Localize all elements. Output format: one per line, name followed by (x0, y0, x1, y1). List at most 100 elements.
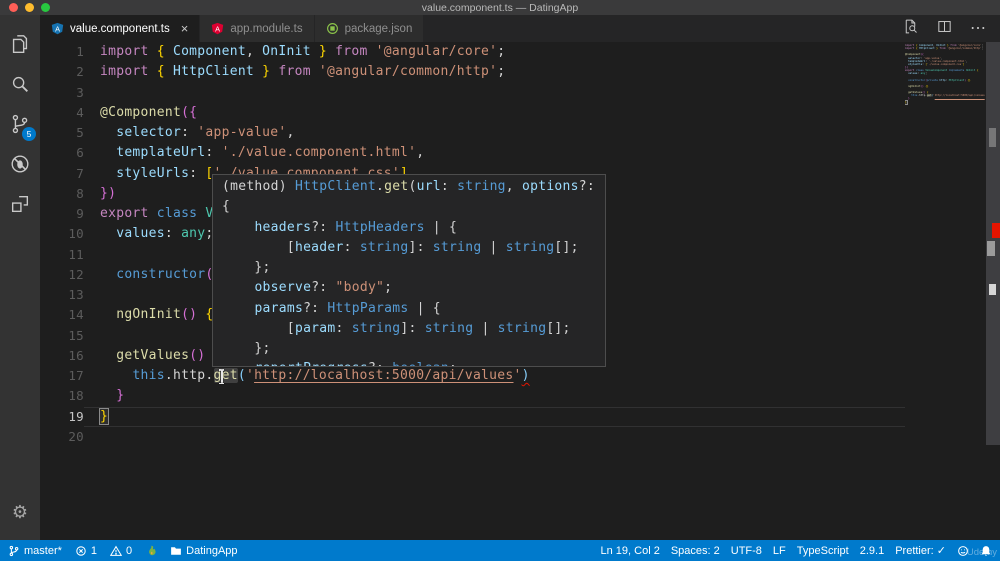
npm-icon (326, 22, 339, 35)
activity-item-debug[interactable] (0, 144, 40, 184)
code-line[interactable]: 5 selector: 'app-value', (40, 123, 905, 143)
code-token: : (335, 320, 352, 336)
code-token: } (254, 64, 271, 80)
code-token: ({ (181, 104, 198, 120)
overview-modified-marker (987, 241, 995, 256)
minimize-window-button[interactable] (25, 3, 34, 12)
code-token: []; (546, 320, 571, 336)
code-token: reportProgress (254, 361, 368, 366)
status-ln-19-col-2[interactable]: Ln 19, Col 2 (601, 545, 660, 557)
line-number: 10 (68, 226, 84, 242)
code-token: .http. (164, 368, 214, 383)
tab-app.module.ts[interactable]: Aapp.module.ts (200, 15, 315, 42)
activity-item-gear[interactable]: ⚙ (0, 492, 40, 532)
status-label: master* (24, 544, 62, 557)
code-token: Component (172, 44, 246, 59)
status-folder[interactable]: DatingApp (170, 545, 238, 557)
code-line[interactable]: 1 import { Component, OnInit } from '@ang… (40, 42, 905, 62)
code-token: import (100, 44, 157, 59)
overview-ruler[interactable] (986, 42, 1000, 445)
status-error-circle[interactable]: 1 (75, 545, 97, 557)
tab-bar: Avalue.component.ts × Aapp.module.ts packag… (40, 15, 1000, 42)
code-token: ; (925, 72, 927, 76)
open-preview-button[interactable] (902, 18, 919, 40)
minimap[interactable]: import { Component, OnInit } from '@angu… (905, 44, 985, 107)
status-label: UTF-8 (730, 544, 762, 557)
close-tab-icon[interactable]: × (181, 22, 189, 35)
code-token: ?: (303, 300, 328, 316)
tab-package.json[interactable]: package.json (314, 15, 425, 42)
code-token: []; (554, 239, 579, 255)
code-token: ( (408, 179, 417, 194)
angular-blue-icon: A (51, 22, 64, 35)
code-token: './value.component.html' (221, 145, 417, 161)
line-number: 5 (76, 125, 84, 140)
code-line[interactable]: 17 this.http.get('http://localhost:5000/… (40, 366, 905, 386)
code-line[interactable]: 18 } (40, 386, 905, 406)
status-git-branch[interactable]: master* (8, 545, 62, 557)
gear-icon: ⚙ (11, 502, 29, 522)
code-token: : (164, 226, 182, 242)
code-line[interactable]: 6 templateUrl: './value.component.html', (40, 143, 905, 163)
split-editor-button[interactable] (936, 18, 953, 40)
code-token: selector (116, 125, 182, 140)
tooltip-line: (method) HttpClient.get(url: string, opt… (222, 177, 605, 197)
close-window-button[interactable] (9, 3, 18, 12)
activity-item-files[interactable] (0, 24, 40, 64)
code-line[interactable]: 19} (40, 407, 905, 427)
code-line[interactable]: 4 @Component({ (40, 103, 905, 123)
code-token: HttpClient (172, 64, 255, 80)
editor[interactable]: 1 import { Component, OnInit } from '@ang… (40, 42, 1000, 540)
extensions-icon (9, 193, 31, 215)
code-line[interactable]: 3 (40, 83, 905, 103)
code-token: ngOnInit (908, 84, 921, 88)
code-token: () (189, 347, 206, 363)
line-number: 20 (68, 428, 84, 444)
code-token: , (965, 59, 968, 63)
tooltip-line: params?: HttpParams | { (222, 299, 605, 319)
status-typescript[interactable]: TypeScript (797, 545, 849, 557)
code-token: .http. (917, 94, 927, 98)
status-prettier-[interactable]: Prettier: ✓ (895, 544, 946, 557)
tab-label: package.json (344, 22, 413, 35)
debug-icon (9, 153, 31, 175)
open-preview-icon (902, 18, 919, 35)
status-spaces-2[interactable]: Spaces: 2 (671, 545, 720, 557)
line-number: 12 (68, 266, 84, 282)
code-line[interactable]: 2 import { HttpClient } from '@angular/co… (40, 62, 905, 82)
code-line-content: selector: 'app-value', (84, 123, 905, 143)
code-token: | (481, 239, 506, 255)
status-warning-triangle[interactable]: 0 (110, 545, 132, 557)
minimap-line: import { HttpClient } from '@angular/com… (905, 47, 985, 50)
line-number: 18 (68, 388, 84, 404)
status-2-9-1[interactable]: 2.9.1 (860, 545, 884, 557)
status-flame[interactable] (145, 545, 157, 557)
angular-red-icon: A (211, 22, 224, 35)
code-token: ?: (578, 179, 595, 194)
status-label: TypeScript (796, 544, 849, 557)
code-token: headers (254, 219, 312, 235)
code-token: params (254, 300, 304, 316)
watermark: Udemy (966, 547, 997, 558)
code-token: string (359, 239, 409, 255)
code-token: } (98, 407, 110, 425)
activity-item-extensions[interactable] (0, 184, 40, 224)
tab-value.component.ts[interactable]: Avalue.component.ts × (40, 15, 201, 42)
maximize-window-button[interactable] (41, 3, 50, 12)
code-token: styleUrls (908, 62, 923, 66)
status-utf-8[interactable]: UTF-8 (731, 545, 762, 557)
code-line-content: } (84, 407, 905, 427)
status-lf[interactable]: LF (773, 545, 786, 557)
activity-item-search[interactable] (0, 64, 40, 104)
hover-tooltip[interactable]: (method) HttpClient.get(url: string, opt… (212, 174, 606, 367)
code-token: ?: (368, 361, 392, 366)
activity-item-source-control[interactable]: 5 (0, 104, 40, 144)
more-actions-button[interactable]: ⋯ (970, 20, 986, 38)
code-token: from (327, 44, 376, 59)
code-line[interactable]: 20 (40, 427, 905, 447)
code-token: [ (222, 320, 295, 336)
code-token: . (376, 179, 385, 194)
code-token: HttpClient (294, 179, 377, 194)
